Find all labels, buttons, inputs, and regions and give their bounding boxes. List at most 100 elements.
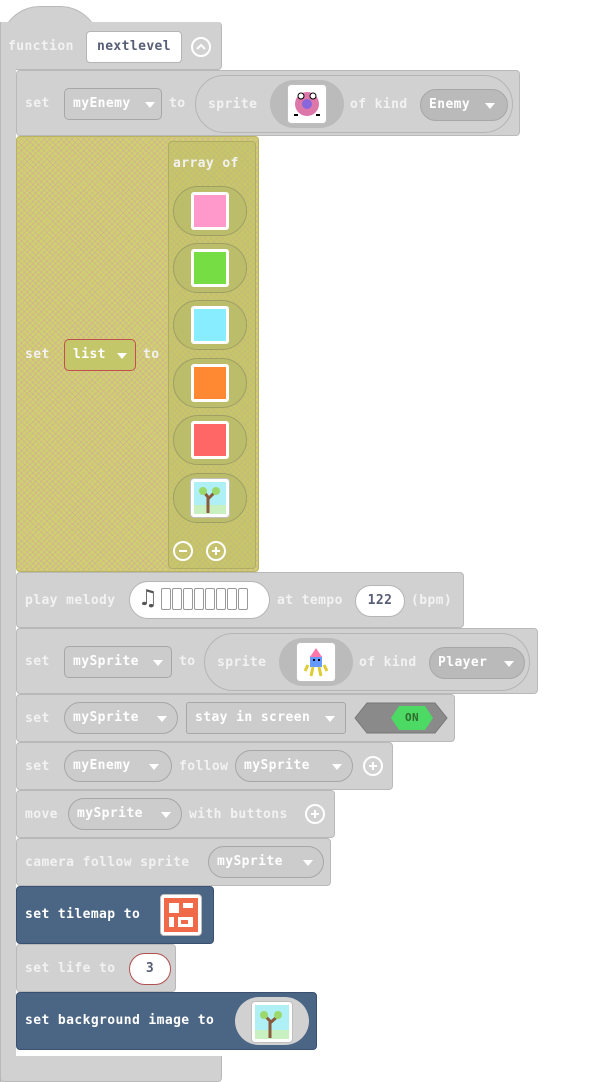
of-kind-label: of kind xyxy=(359,655,417,670)
set-label: set xyxy=(25,654,50,669)
toggle-state-label: ON xyxy=(405,711,420,724)
follow-label: follow xyxy=(179,759,229,774)
variable-name: mySprite xyxy=(77,806,143,821)
set-tilemap-block[interactable]: set tilemap to xyxy=(16,886,214,944)
list-variable-dropdown[interactable]: list xyxy=(64,339,136,371)
color-swatch-orange[interactable] xyxy=(191,364,229,402)
follow-block[interactable]: set myEnemy follow mySprite xyxy=(16,742,393,790)
enemy-sprite-image xyxy=(287,84,327,124)
array-item-slot[interactable] xyxy=(173,243,247,293)
variable-dropdown[interactable]: mySprite xyxy=(64,646,172,678)
minus-circle-icon[interactable] xyxy=(173,541,193,561)
with-buttons-label: with buttons xyxy=(189,807,288,822)
set-life-label: set life to xyxy=(25,961,116,976)
chevron-down-icon xyxy=(332,764,342,770)
variable-name: myEnemy xyxy=(73,96,131,111)
life-value-field[interactable]: 3 xyxy=(129,953,171,985)
set-enemy-sprite-block[interactable]: set myEnemy to sprite of kind Enemy xyxy=(16,70,520,136)
chevron-down-icon xyxy=(485,103,495,109)
on-off-toggle[interactable]: ON xyxy=(353,702,449,734)
chevron-down-icon xyxy=(149,764,159,770)
chevron-down-icon xyxy=(153,660,163,666)
sprite-image-slot[interactable] xyxy=(270,80,344,128)
tilemap-image[interactable] xyxy=(160,894,202,936)
chevron-down-icon xyxy=(145,102,155,108)
camera-follow-block[interactable]: camera follow sprite mySprite xyxy=(16,838,331,886)
variable-dropdown[interactable]: mySprite xyxy=(64,702,178,734)
play-melody-label: play melody xyxy=(25,593,116,608)
function-keyword: function xyxy=(8,39,74,54)
property-dropdown[interactable]: stay in screen xyxy=(186,702,346,734)
sprite-creation-reporter[interactable]: sprite of kind Player xyxy=(204,633,530,691)
kind-name: Enemy xyxy=(429,97,471,112)
array-item-slot[interactable] xyxy=(173,358,247,408)
sprite-creation-reporter[interactable]: sprite of kind Enemy xyxy=(195,75,513,133)
chevron-up-icon[interactable] xyxy=(191,37,211,57)
function-footer xyxy=(0,1056,222,1082)
chevron-down-icon xyxy=(303,860,313,866)
background-image[interactable] xyxy=(251,1001,293,1043)
set-list-block[interactable]: set list to array of xyxy=(16,136,259,572)
of-kind-label: of kind xyxy=(350,97,408,112)
variable-dropdown[interactable]: mySprite xyxy=(208,846,324,878)
array-item-slot[interactable] xyxy=(173,300,247,350)
variable-dropdown[interactable]: mySprite xyxy=(68,798,182,830)
color-swatch-red[interactable] xyxy=(191,421,229,459)
chevron-down-icon xyxy=(161,812,171,818)
stay-in-screen-block[interactable]: set mySprite stay in screen ON xyxy=(16,694,455,742)
array-item-slot[interactable] xyxy=(173,186,247,236)
array-of-label: array of xyxy=(173,156,239,171)
melody-note-cells xyxy=(161,588,248,610)
to-label: to xyxy=(179,654,196,669)
list-variable-name: list xyxy=(73,347,106,362)
variable-dropdown[interactable]: myEnemy xyxy=(64,88,162,120)
color-swatch-green[interactable] xyxy=(191,249,229,287)
tempo-field[interactable]: 122 xyxy=(355,585,405,617)
set-background-image-label: set background image to xyxy=(25,1013,215,1028)
target-dropdown[interactable]: mySprite xyxy=(235,750,353,782)
function-body-left xyxy=(0,66,16,1082)
array-of-reporter[interactable]: array of xyxy=(168,141,256,569)
target-name: mySprite xyxy=(244,758,310,773)
music-note-icon: ♫ xyxy=(138,586,159,611)
variable-name: mySprite xyxy=(73,710,139,725)
at-tempo-label: at tempo xyxy=(277,593,343,608)
to-label: to xyxy=(143,347,160,362)
camera-follow-label: camera follow sprite xyxy=(25,855,190,870)
set-background-image-block[interactable]: set background image to xyxy=(16,992,317,1050)
variable-name: myEnemy xyxy=(73,758,131,773)
move-with-buttons-block[interactable]: move mySprite with buttons xyxy=(16,790,335,838)
color-swatch-cyan[interactable] xyxy=(191,306,229,344)
bpm-label: (bpm) xyxy=(411,593,453,608)
set-label: set xyxy=(25,96,50,111)
background-image-slot[interactable] xyxy=(235,997,309,1045)
variable-name: mySprite xyxy=(73,654,139,669)
tree-image[interactable] xyxy=(190,478,230,518)
chevron-down-icon xyxy=(325,716,335,722)
chevron-down-icon xyxy=(157,716,167,722)
variable-name: mySprite xyxy=(217,854,283,869)
set-label: set xyxy=(25,347,50,362)
sprite-label: sprite xyxy=(208,97,258,112)
chevron-down-icon xyxy=(117,353,127,359)
plus-circle-icon[interactable] xyxy=(305,804,325,824)
set-player-sprite-block[interactable]: set mySprite to sprite of kind Player xyxy=(16,628,538,694)
sprite-image-slot[interactable] xyxy=(279,638,353,686)
plus-circle-icon[interactable] xyxy=(363,756,383,776)
property-name: stay in screen xyxy=(195,710,311,725)
variable-dropdown[interactable]: myEnemy xyxy=(64,750,172,782)
melody-field[interactable]: ♫ xyxy=(129,581,270,619)
set-label: set xyxy=(25,711,50,726)
kind-dropdown[interactable]: Player xyxy=(429,647,525,679)
color-swatch-pink[interactable] xyxy=(191,192,229,230)
array-item-slot[interactable] xyxy=(173,415,247,465)
kind-dropdown[interactable]: Enemy xyxy=(420,89,508,121)
to-label: to xyxy=(169,96,186,111)
set-life-block[interactable]: set life to 3 xyxy=(16,944,176,992)
set-tilemap-label: set tilemap to xyxy=(25,907,141,922)
play-melody-block[interactable]: play melody ♫ at tempo 122 (bpm) xyxy=(16,572,464,628)
function-name-field[interactable]: nextlevel xyxy=(86,31,182,63)
chevron-down-icon xyxy=(504,661,514,667)
array-item-slot[interactable] xyxy=(173,473,247,523)
plus-circle-icon[interactable] xyxy=(206,541,226,561)
